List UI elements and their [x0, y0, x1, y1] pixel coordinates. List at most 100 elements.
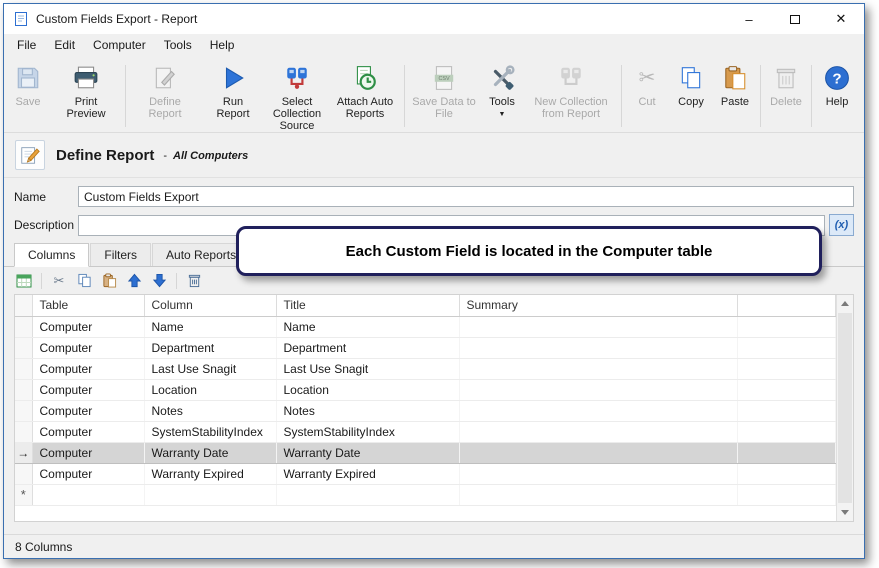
- tools-button[interactable]: Tools ▼: [480, 60, 524, 123]
- tab-filters[interactable]: Filters: [90, 243, 152, 266]
- column-header-table[interactable]: Table: [32, 295, 145, 317]
- svg-text:?: ?: [832, 70, 841, 87]
- delete-column-button[interactable]: [184, 271, 204, 291]
- app-icon: [13, 11, 29, 27]
- define-report-header: Define Report - All Computers: [4, 133, 864, 178]
- define-report-icon: [152, 63, 178, 93]
- printer-icon: [73, 63, 99, 93]
- print-preview-label: Print Preview: [66, 96, 106, 120]
- auto-reports-icon: [352, 63, 378, 93]
- cut-column-button[interactable]: ✂: [49, 271, 69, 291]
- scroll-down-button[interactable]: [837, 504, 853, 521]
- new-row-icon: *: [20, 487, 26, 502]
- help-button[interactable]: ? Help: [815, 60, 859, 110]
- column-header-column[interactable]: Column: [144, 295, 277, 317]
- move-column-up-button[interactable]: [124, 271, 144, 291]
- new-row[interactable]: *: [15, 484, 836, 506]
- minimize-button[interactable]: –: [726, 4, 772, 34]
- run-report-button[interactable]: Run Report: [201, 60, 265, 122]
- app-window: Custom Fields Export - Report – ✕ File E…: [3, 3, 865, 559]
- menu-bar: File Edit Computer Tools Help: [4, 34, 864, 56]
- toolbar-separator: [621, 65, 622, 127]
- help-icon: ?: [824, 63, 850, 93]
- toolbar-separator: [760, 65, 761, 127]
- window-title: Custom Fields Export - Report: [36, 12, 198, 26]
- vertical-scrollbar[interactable]: [836, 295, 853, 521]
- save-label: Save: [15, 96, 41, 108]
- scroll-up-button[interactable]: [837, 295, 853, 312]
- minimize-icon: –: [745, 11, 753, 27]
- column-header-title[interactable]: Title: [276, 295, 460, 317]
- menu-file[interactable]: File: [8, 35, 45, 55]
- scroll-down-icon: [841, 510, 849, 515]
- move-column-down-button[interactable]: [149, 271, 169, 291]
- title-bar: Custom Fields Export - Report – ✕: [4, 4, 864, 34]
- attach-auto-reports-label: Attach Auto Reports: [336, 96, 394, 120]
- toolbar-separator: [125, 65, 126, 127]
- delete-label: Delete: [770, 96, 802, 108]
- column-header-summary[interactable]: Summary: [459, 295, 738, 317]
- maximize-button[interactable]: [772, 4, 818, 34]
- toolbar-separator: [176, 272, 177, 289]
- trash-icon: [773, 63, 799, 93]
- run-icon: [220, 63, 246, 93]
- description-label: Description: [14, 218, 75, 232]
- delete-button: Delete: [764, 60, 808, 110]
- tools-icon: [489, 63, 515, 93]
- status-text: 8 Columns: [15, 539, 73, 554]
- table-row[interactable]: Computer Department Department: [15, 337, 836, 359]
- close-button[interactable]: ✕: [818, 4, 864, 34]
- table-row[interactable]: Computer Last Use Snagit Last Use Snagit: [15, 358, 836, 380]
- menu-edit[interactable]: Edit: [45, 35, 84, 55]
- tab-columns[interactable]: Columns: [14, 243, 90, 267]
- columns-table: Table Column Title Summary Computer Name…: [15, 295, 836, 506]
- tools-dropdown-icon: ▼: [498, 111, 506, 118]
- menu-computer[interactable]: Computer: [84, 35, 155, 55]
- name-label: Name: [14, 189, 47, 204]
- paste-column-button[interactable]: [99, 271, 119, 291]
- columns-grid: Table Column Title Summary Computer Name…: [14, 294, 854, 522]
- new-collection-icon: [558, 63, 584, 93]
- callout-text: Each Custom Field is located in the Comp…: [345, 242, 713, 260]
- column-header-filler: [737, 295, 836, 317]
- close-icon: ✕: [835, 11, 847, 26]
- collection-source-icon: [284, 63, 310, 93]
- copy-icon: [678, 63, 704, 93]
- toolbar-separator: [811, 65, 812, 127]
- attach-auto-reports-button[interactable]: Attach Auto Reports: [329, 60, 401, 122]
- copy-column-button[interactable]: [74, 271, 94, 291]
- name-input[interactable]: [78, 186, 854, 207]
- section-title: Define Report: [56, 146, 155, 164]
- status-bar: 8 Columns: [4, 534, 864, 558]
- new-collection-from-report-label: New Collection from Report: [534, 96, 608, 120]
- table-row[interactable]: Computer Location Location: [15, 379, 836, 401]
- table-row[interactable]: Computer Warranty Expired Warranty Expir…: [15, 463, 836, 485]
- table-row[interactable]: Computer Notes Notes: [15, 400, 836, 422]
- section-separator: -: [163, 150, 168, 162]
- scrollbar-track[interactable]: [837, 312, 853, 504]
- table-row[interactable]: Computer SystemStabilityIndex SystemStab…: [15, 421, 836, 443]
- select-collection-source-button[interactable]: Select Collection Source: [265, 60, 329, 132]
- table-row-selected[interactable]: → Computer Warranty Date Warranty Date: [15, 442, 836, 464]
- collection-name-label: All Computers: [173, 150, 249, 162]
- main-toolbar: Save Print Preview Define Report Run Rep…: [4, 56, 864, 133]
- annotation-callout: Each Custom Field is located in the Comp…: [236, 226, 822, 276]
- paste-button[interactable]: Paste: [713, 60, 757, 110]
- expression-button[interactable]: (x): [829, 214, 854, 236]
- table-row[interactable]: Computer Name Name: [15, 316, 836, 338]
- menu-tools[interactable]: Tools: [155, 35, 201, 55]
- toolbar-separator: [41, 272, 42, 289]
- cut-label: Cut: [638, 96, 656, 108]
- help-label: Help: [825, 96, 849, 108]
- run-report-label: Run Report: [216, 96, 250, 120]
- csv-file-icon: CSV: [431, 63, 457, 93]
- copy-button[interactable]: Copy: [669, 60, 713, 110]
- print-preview-button[interactable]: Print Preview: [50, 60, 122, 122]
- define-report-label: Define Report: [148, 96, 182, 120]
- pencil-notepad-icon: [15, 140, 45, 170]
- maximize-icon: [790, 14, 800, 24]
- choose-columns-button[interactable]: [14, 271, 34, 291]
- scrollbar-thumb[interactable]: [838, 313, 852, 503]
- scroll-up-icon: [841, 301, 849, 306]
- menu-help[interactable]: Help: [201, 35, 244, 55]
